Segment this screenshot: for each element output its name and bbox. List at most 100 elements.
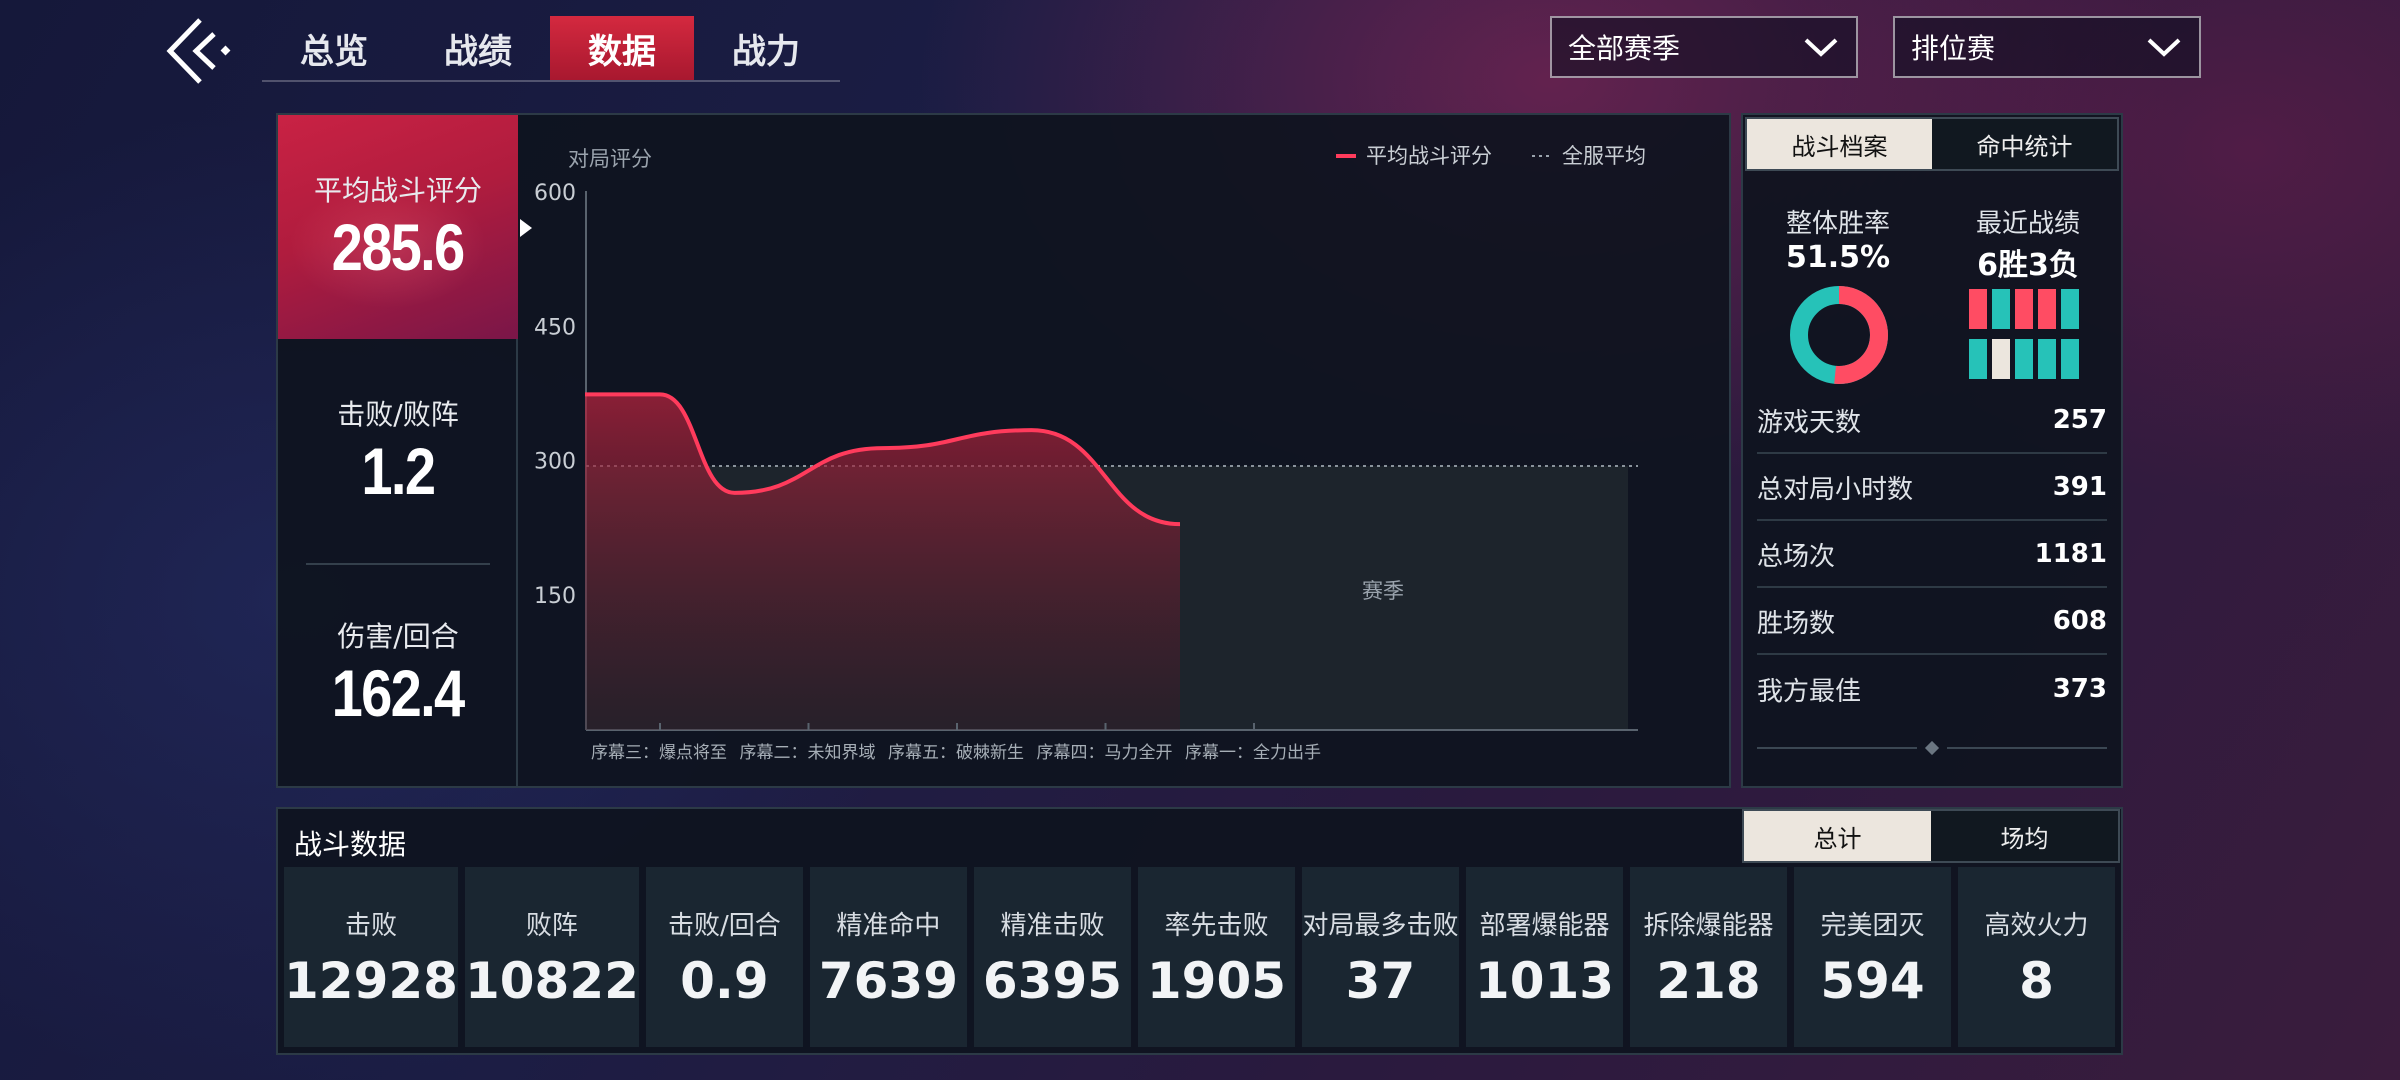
result-cell-draw (1992, 339, 2010, 379)
stat-card: 部署爆能器 1013 (1465, 867, 1623, 1047)
stat-card: 精准命中 7639 (809, 867, 967, 1047)
x-tick-label: 序幕三：爆点将至 (591, 743, 727, 763)
legend-reference-label: 全服平均 (1562, 144, 1646, 168)
recent-value: 6胜3负 (1977, 248, 2079, 283)
row-matches: 总场次 1181 (1757, 522, 2107, 588)
profile-tabs: 战斗档案 命中统计 (1745, 117, 2119, 171)
card-label: 完美团灭 (1820, 910, 1925, 941)
recent-block: 最近战绩 6胜3负 (1943, 203, 2113, 284)
dmg-value: 162.4 (332, 656, 466, 730)
card-label: 精准命中 (836, 910, 941, 941)
row-label: 总对局小时数 (1757, 474, 1914, 505)
y-tick-label: 600 (534, 181, 576, 206)
tab-power[interactable]: 战力 (694, 16, 838, 80)
row-value: 608 (2052, 606, 2107, 636)
tab-overview[interactable]: 总览 (262, 16, 406, 80)
card-value: 0.9 (680, 951, 769, 1010)
tab-hit-stats[interactable]: 命中统计 (1932, 119, 2117, 169)
rating-value: 285.6 (332, 210, 466, 284)
row-value: 373 (2052, 674, 2107, 704)
chevron-down-icon (1804, 38, 1838, 57)
row-value: 257 (2052, 405, 2107, 435)
back-icon (166, 18, 231, 84)
result-cell-loss (2038, 289, 2056, 329)
row-mvp: 我方最佳 373 (1757, 656, 2107, 722)
tab-data[interactable]: 数据 (550, 16, 694, 80)
card-label: 高效火力 (1984, 910, 2089, 941)
y-axis-label: 对局评分 (568, 147, 652, 171)
profile-panel: 战斗档案 命中统计 整体胜率 51.5% 最近战绩 6胜3负 游戏天数 257 … (1741, 113, 2123, 788)
card-value: 218 (1656, 951, 1761, 1010)
card-value: 594 (1820, 951, 1925, 1010)
season-select-value: 全部赛季 (1568, 32, 1681, 65)
card-value: 12928 (284, 951, 458, 1010)
tab-record[interactable]: 战绩 (406, 16, 550, 80)
row-wins: 胜场数 608 (1757, 589, 2107, 655)
card-value: 1013 (1474, 951, 1615, 1010)
stat-card: 高效火力 8 (1958, 867, 2116, 1047)
card-label: 精准击败 (1000, 910, 1105, 941)
card-value: 6395 (982, 951, 1123, 1010)
card-label: 部署爆能器 (1479, 910, 1610, 941)
stat-card: 击败/回合 0.9 (645, 867, 803, 1047)
combat-cards: 击败 12928 败阵 10822 击败/回合 0.9 精准命中 7639 精准击败 63… (284, 867, 2116, 1047)
summary-column: 平均战斗评分 285.6 击败/败阵 1.2 伤害/回合 162.4 (278, 115, 518, 786)
result-cell-win (2061, 339, 2079, 379)
card-value: 37 (1345, 951, 1416, 1010)
rating-card[interactable]: 平均战斗评分 285.6 (278, 115, 518, 339)
tab-total[interactable]: 总计 (1744, 811, 1931, 861)
card-label: 击败 (344, 910, 397, 941)
kd-stat: 击败/败阵 1.2 (278, 393, 518, 509)
row-hours: 总对局小时数 391 (1757, 455, 2107, 521)
row-value: 1181 (2034, 539, 2107, 569)
winrate-block: 整体胜率 51.5% (1753, 203, 1923, 275)
y-tick-label: 300 (534, 450, 576, 475)
row-label: 游戏天数 (1757, 407, 1862, 438)
card-label: 击败/回合 (668, 910, 781, 941)
legend-series-label: 平均战斗评分 (1366, 144, 1492, 168)
row-label: 胜场数 (1757, 608, 1836, 639)
divider (306, 563, 490, 565)
y-tick-label: 450 (534, 315, 576, 340)
recent-title: 最近战绩 (1975, 209, 2080, 239)
result-cell-loss (2015, 289, 2033, 329)
x-tick-label: 序幕二：未知界域 (740, 743, 876, 763)
stat-card: 率先击败 1905 (1137, 867, 1295, 1047)
result-cell-win (2015, 339, 2033, 379)
stats-chart-panel: 平均战斗评分 285.6 击败/败阵 1.2 伤害/回合 162.4 600 45… (276, 113, 1731, 788)
result-cell-loss (1969, 289, 1987, 329)
series-area (585, 394, 1180, 730)
kd-label: 击败/败阵 (337, 398, 459, 431)
tab-combat-profile[interactable]: 战斗档案 (1747, 119, 1932, 169)
card-label: 败阵 (525, 910, 578, 941)
winrate-title: 整体胜率 (1785, 209, 1890, 239)
tab-average[interactable]: 场均 (1931, 811, 2118, 861)
result-cell-win (2061, 289, 2079, 329)
card-value: 10822 (464, 951, 639, 1010)
row-days: 游戏天数 257 (1757, 388, 2107, 454)
mode-select-value: 排位赛 (1911, 32, 1996, 65)
back-button[interactable] (160, 14, 240, 88)
card-value: 7639 (818, 951, 959, 1010)
combat-tabs: 总计 场均 (1742, 809, 2120, 863)
chevron-down-icon (2147, 38, 2181, 57)
card-value: 1905 (1146, 951, 1287, 1010)
stat-card: 击败 12928 (284, 867, 458, 1047)
kd-value: 1.2 (361, 434, 437, 508)
combat-title: 战斗数据 (294, 828, 407, 861)
result-cell-win (2038, 339, 2056, 379)
rating-label: 平均战斗评分 (313, 174, 482, 207)
main-tabs: 总览 战绩 数据 战力 (262, 16, 840, 82)
winrate-value: 51.5% (1785, 240, 1891, 275)
dmg-stat: 伤害/回合 162.4 (278, 615, 518, 731)
dmg-label: 伤害/回合 (337, 620, 459, 653)
x-tick-label: 序幕五：破棘新生 (888, 743, 1024, 763)
mode-select[interactable]: 排位赛 (1893, 16, 2201, 78)
x-tick-label: 序幕一：全力出手 (1185, 743, 1321, 763)
winrate-donut (1790, 286, 1888, 384)
card-label: 率先击败 (1164, 910, 1269, 941)
decorative-divider (1757, 741, 2107, 755)
card-label: 拆除爆能器 (1643, 910, 1774, 941)
rating-line-chart: 600 450 300 150 序幕三：爆点将至 序幕二：未知界域 序幕五：破棘新生 序幕四：… (534, 144, 1646, 763)
season-select[interactable]: 全部赛季 (1550, 16, 1858, 78)
